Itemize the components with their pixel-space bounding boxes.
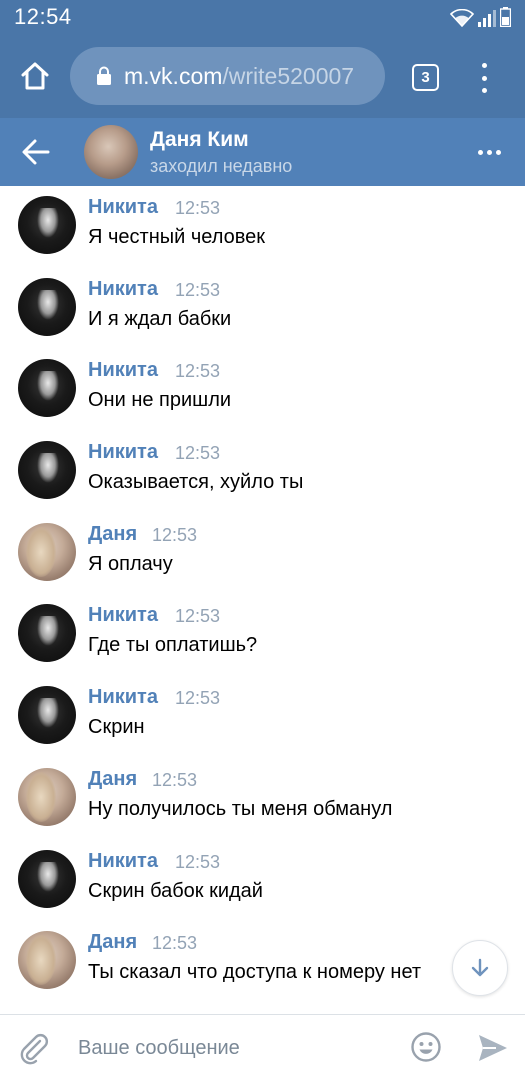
message-item: Даня 12:53 Ну получилось ты меня обманул — [0, 758, 525, 840]
message-item: Даня 12:53 Я оплачу — [0, 513, 525, 595]
avatar[interactable] — [18, 686, 76, 745]
message-time: 12:53 — [175, 361, 221, 382]
message-text: Ну получилось ты меня обманул — [88, 797, 393, 820]
message-author[interactable]: Никита — [88, 441, 158, 464]
status-time: 12:54 — [14, 4, 72, 29]
home-icon — [21, 62, 49, 90]
signal-icon — [478, 9, 496, 27]
message-text: Они не пришли — [88, 389, 232, 412]
emoji-icon[interactable] — [410, 1031, 442, 1063]
url-bar[interactable]: m.vk.com/write520007 — [70, 47, 385, 105]
avatar[interactable] — [18, 277, 76, 336]
message-time: 12:53 — [175, 851, 221, 872]
message-item: Никита 12:53 Где ты оплатишь? — [0, 594, 525, 676]
message-author[interactable]: Даня — [88, 523, 137, 546]
message-text: Скрин бабок кидай — [88, 879, 263, 902]
screen: 12:54 m.vk.com /write520007 3 Даня Ким з… — [0, 0, 525, 1080]
message-text: Оказывается, хуйло ты — [88, 471, 304, 494]
message-time: 12:53 — [175, 688, 221, 709]
back-arrow-icon[interactable] — [18, 136, 54, 168]
chat-status: заходил недавно — [150, 156, 293, 176]
message-time: 12:53 — [152, 524, 198, 545]
message-text: Ты сказал что доступа к номеру нет — [88, 961, 422, 984]
message-text: И я ждал бабки — [88, 307, 232, 330]
message-item: Никита 12:53 Скрин — [0, 676, 525, 758]
message-author[interactable]: Никита — [88, 278, 158, 301]
message-author[interactable]: Никита — [88, 359, 158, 382]
wifi-icon — [450, 9, 474, 27]
browser-toolbar: m.vk.com/write520007 3 — [0, 34, 525, 118]
message-item: Никита 12:53 Скрин бабок кидай — [0, 840, 525, 922]
message-time: 12:53 — [175, 443, 221, 464]
avatar[interactable] — [18, 604, 76, 663]
avatar[interactable] — [18, 931, 76, 990]
url-host: m.vk.com — [124, 62, 223, 89]
tabs-button[interactable]: 3 — [412, 64, 439, 91]
avatar[interactable] — [18, 441, 76, 500]
home-button[interactable] — [0, 34, 70, 118]
message-composer — [0, 1014, 525, 1080]
avatar[interactable] — [18, 359, 76, 418]
message-time: 12:53 — [175, 198, 221, 218]
message-input[interactable] — [78, 1033, 388, 1063]
kebab-menu-icon[interactable] — [470, 60, 498, 96]
status-icons — [450, 7, 511, 27]
url-path: /write520007 — [222, 62, 355, 89]
paperclip-icon[interactable] — [16, 1031, 50, 1065]
message-item: Никита 12:53 Оказывается, хуйло ты — [0, 431, 525, 513]
message-time: 12:53 — [152, 933, 198, 954]
message-item: Даня 12:53 Ты сказал что доступа к номер… — [0, 921, 525, 1003]
message-author[interactable]: Даня — [88, 768, 137, 791]
message-author[interactable]: Никита — [88, 850, 158, 873]
message-time: 12:53 — [175, 279, 221, 300]
scroll-down-button[interactable] — [452, 940, 508, 996]
message-item: Никита 12:53 Они не пришли — [0, 349, 525, 431]
message-text: Я честный человек — [88, 226, 266, 248]
message-author[interactable]: Никита — [88, 604, 158, 627]
message-author[interactable]: Даня — [88, 931, 137, 954]
message-list[interactable]: Никита 12:53 Я честный человек Никита 12… — [0, 186, 525, 1014]
message-time: 12:53 — [152, 769, 198, 790]
battery-icon — [500, 7, 511, 27]
message-text: Где ты оплатишь? — [88, 634, 258, 657]
message-author[interactable]: Никита — [88, 196, 158, 219]
avatar[interactable] — [18, 849, 76, 908]
send-icon[interactable] — [476, 1031, 510, 1065]
avatar[interactable] — [18, 196, 76, 254]
more-icon[interactable] — [478, 150, 501, 155]
avatar[interactable] — [18, 522, 76, 581]
message-time: 12:53 — [175, 606, 221, 627]
message-text: Я оплачу — [88, 552, 173, 575]
avatar[interactable] — [84, 125, 138, 179]
status-bar: 12:54 — [0, 0, 525, 34]
chat-header: Даня Ким заходил недавно — [0, 118, 525, 186]
message-text: Скрин — [88, 716, 145, 739]
chat-title[interactable]: Даня Ким — [150, 128, 249, 152]
arrow-down-icon — [471, 958, 489, 977]
message-item: Никита 12:53 И я ждал бабки — [0, 268, 525, 350]
lock-icon — [96, 66, 112, 86]
message-author[interactable]: Никита — [88, 686, 158, 709]
avatar[interactable] — [18, 767, 76, 826]
message-item: Никита 12:53 Я честный человек — [0, 186, 525, 268]
